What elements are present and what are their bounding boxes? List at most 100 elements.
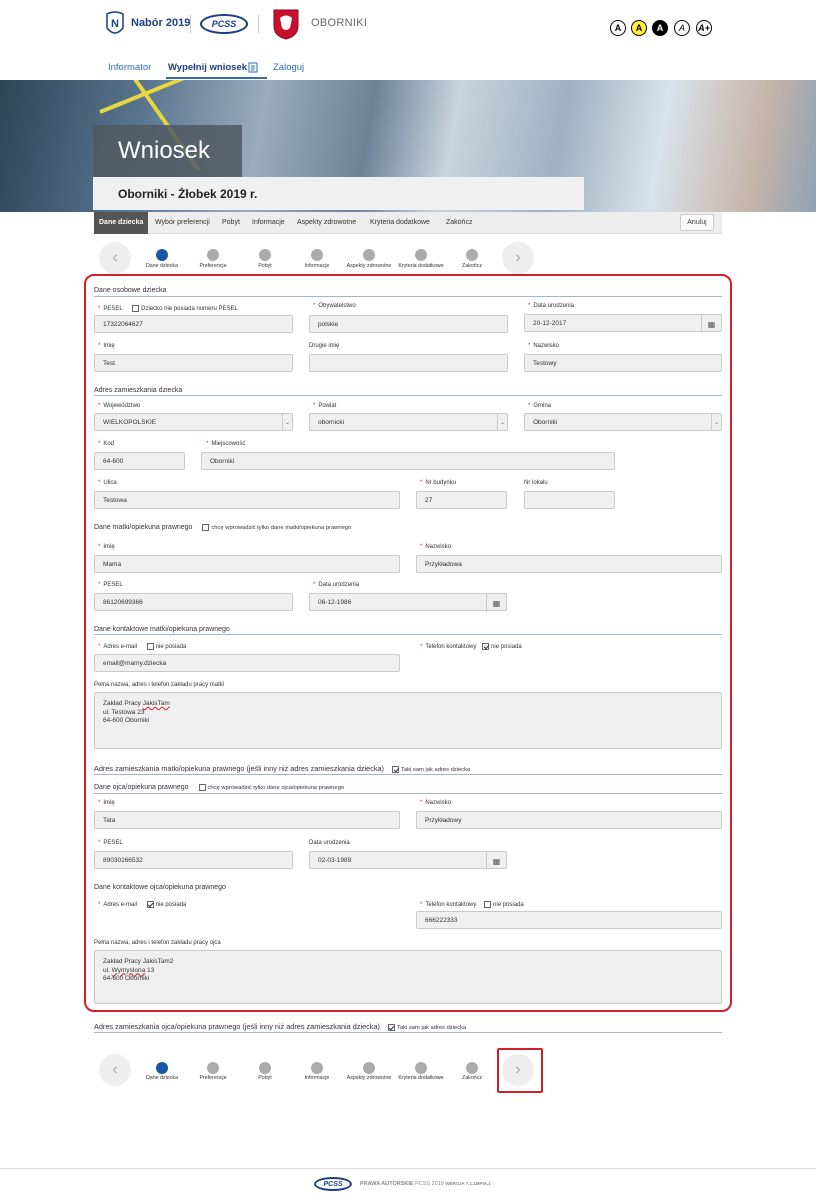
birth-date-input[interactable]: 20-12-2017 ▦ [524, 314, 722, 333]
father-surname-input[interactable]: Przykładowy [416, 811, 722, 829]
font-normal-button[interactable]: A [674, 20, 690, 36]
tab-child-data[interactable]: Dane dziecka [94, 212, 149, 234]
no-phone-label: nie posiada [491, 644, 522, 651]
step-label: Informacje [304, 1075, 330, 1081]
mother-birth-input[interactable]: 06-12-1986 ▦ [309, 593, 507, 612]
tab-preferences[interactable]: Wybór preferencji [155, 212, 210, 234]
father-only-label: chcę wprowadzić tylko dane ojca/opiekuna… [207, 785, 345, 792]
textarea-line: Zakład Pracy JakisTam2 [103, 958, 174, 965]
citizenship-input[interactable]: polskie [309, 315, 508, 333]
step-label: Aspekty zdrowotne [346, 1075, 392, 1081]
step-dot[interactable] [311, 1062, 323, 1074]
mother-surname-input[interactable]: Przykładowa [416, 555, 722, 573]
step-dot[interactable] [207, 249, 219, 261]
father-section-title: Dane ojca/opiekuna prawnego [94, 784, 189, 792]
step-dot[interactable] [259, 249, 271, 261]
no-pesel-checkbox[interactable] [132, 305, 140, 312]
tab-finish[interactable]: Zakończ [446, 212, 472, 234]
mother-pesel-input[interactable]: 86120699366 [94, 593, 293, 611]
step-dot[interactable] [207, 1062, 219, 1074]
cancel-button[interactable]: Anuluj [680, 214, 714, 231]
tab-information[interactable]: Informacje [252, 212, 285, 234]
font-larger-button[interactable]: A+ [696, 20, 712, 36]
no-email-label: nie posiada [155, 644, 187, 651]
chevron-left-icon: ‹ [112, 249, 118, 266]
brand-title: Nabór 2019 [131, 17, 191, 29]
child-pesel-input[interactable]: 17322064627 [94, 315, 293, 333]
chevron-right-icon: › [515, 249, 521, 266]
step-label: Pobyt [258, 1075, 272, 1081]
section-child-address: Adres zamieszkania dziecka [94, 387, 183, 394]
mother-no-email-checkbox[interactable] [146, 643, 154, 650]
step-dot[interactable] [363, 249, 375, 261]
street-input[interactable]: Testowa [94, 491, 400, 509]
footer-copyright: PRAWA AUTORSKIE PCSS 2019 WERSJA 7.1.1MP… [360, 1181, 491, 1187]
step-dot[interactable] [415, 249, 427, 261]
father-pesel-label: PESEL [103, 840, 123, 846]
father-birth-label: Data urodzenia [309, 840, 350, 846]
nav-informator[interactable]: Informator [108, 62, 151, 73]
form-icon [248, 62, 258, 73]
next-step-button[interactable]: › [502, 242, 534, 274]
mother-work-textarea[interactable]: Zakład Pracy JakisTam ul. Testowa 23 64-… [94, 692, 722, 749]
father-same-address-checkbox[interactable] [387, 1023, 395, 1031]
father-pesel-input[interactable]: 89030266532 [94, 851, 293, 869]
calendar-icon[interactable]: ▦ [486, 594, 506, 612]
calendar-icon[interactable]: ▦ [486, 852, 506, 870]
voivodeship-value: WIELKOPOLSKIE [103, 419, 157, 426]
gmina-value: Oborniki [533, 419, 558, 426]
flat-input[interactable] [524, 491, 615, 509]
mother-same-address-checkbox[interactable] [392, 765, 400, 773]
voivodeship-select[interactable]: WIELKOPOLSKIE ⌄ [94, 413, 293, 431]
father-work-textarea[interactable]: Zakład Pracy JakisTam2 ul. Wymyslona 13 … [94, 950, 722, 1004]
no-phone-label: nie posiada [493, 902, 524, 909]
postcode-input[interactable]: 64-600 [94, 452, 185, 470]
step-label: Pobyt [258, 263, 272, 269]
divider [190, 15, 191, 33]
mother-phone-label: Telefon kontaktowy [425, 644, 477, 651]
surname-input[interactable]: Testowy [524, 354, 722, 372]
county-select[interactable]: obornicki ⌄ [309, 413, 508, 431]
step-dot[interactable] [156, 249, 168, 261]
calendar-icon[interactable]: ▦ [701, 315, 721, 333]
father-phone-input[interactable]: 666222333 [416, 911, 722, 929]
contrast-black-button[interactable]: A [652, 20, 668, 36]
first-name-input[interactable]: Test [94, 354, 293, 372]
tab-health[interactable]: Aspekty zdrowotne [297, 212, 356, 234]
mother-email-input[interactable]: email@mamy.dziecka [94, 654, 400, 672]
gmina-select[interactable]: Oborniki ⌄ [524, 413, 722, 431]
step-dot[interactable] [415, 1062, 427, 1074]
page-title: Wniosek [93, 125, 242, 177]
father-only-checkbox[interactable] [198, 784, 206, 791]
tab-extra-criteria[interactable]: Kryteria dodatkowe [370, 212, 430, 234]
second-name-input[interactable] [309, 354, 508, 372]
step-dot[interactable] [259, 1062, 271, 1074]
chevron-down-icon: ⌄ [711, 414, 721, 430]
mother-first-name-input[interactable]: Mama [94, 555, 400, 573]
mother-only-checkbox[interactable] [202, 524, 210, 531]
chevron-left-icon: ‹ [112, 1061, 118, 1078]
building-input[interactable]: 27 [416, 491, 507, 509]
contrast-default-button[interactable]: A [610, 20, 626, 36]
father-birth-input[interactable]: 02-03-1989 ▦ [309, 851, 507, 870]
nav-login[interactable]: Zaloguj [273, 62, 304, 73]
prev-step-button[interactable]: ‹ [99, 1054, 131, 1086]
contrast-yellow-button[interactable]: A [631, 20, 647, 36]
step-label: Zakończ [461, 1075, 483, 1081]
city-crest-icon [273, 9, 299, 40]
mother-no-phone-checkbox[interactable] [482, 643, 490, 650]
town-input[interactable]: Oborniki [201, 452, 615, 470]
tab-stay[interactable]: Pobyt [222, 212, 240, 234]
father-no-phone-checkbox[interactable] [484, 901, 492, 908]
step-dot[interactable] [466, 249, 478, 261]
father-first-name-input[interactable]: Tata [94, 811, 400, 829]
citizenship-label: Obywatelstwo [318, 303, 356, 309]
step-dot[interactable] [156, 1062, 168, 1074]
step-dot[interactable] [466, 1062, 478, 1074]
mother-birth-value: 06-12-1986 [318, 599, 352, 606]
nav-fill-application[interactable]: Wypełnij wniosek [168, 62, 247, 73]
step-dot[interactable] [363, 1062, 375, 1074]
father-no-email-checkbox[interactable] [146, 901, 154, 908]
prev-step-button[interactable]: ‹ [99, 242, 131, 274]
step-dot[interactable] [311, 249, 323, 261]
